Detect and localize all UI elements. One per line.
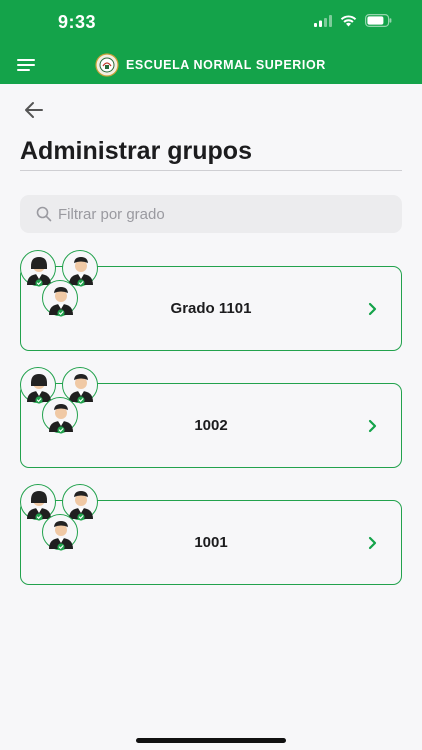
header-title: ESCUELA NORMAL SUPERIOR [126,58,326,72]
status-time: 9:33 [58,12,97,32]
chevron-right-icon [368,302,377,316]
header-brand: ESCUELA NORMAL SUPERIOR [95,53,326,77]
student-avatar-icon [42,514,78,551]
search-bar[interactable] [20,195,402,233]
search-icon [36,206,52,222]
home-indicator [136,738,286,743]
page-title: Administrar grupos [20,137,252,165]
student-avatar-icon [42,397,78,434]
chevron-right-icon [368,419,377,433]
hamburger-menu-icon[interactable] [17,59,35,71]
status-icons [314,14,392,27]
back-arrow-icon[interactable] [22,98,46,122]
school-crest-logo [95,53,119,77]
battery-icon [365,14,392,27]
chevron-right-icon [368,536,377,550]
student-avatar-icon [42,280,78,317]
signal-icon [314,14,332,27]
app-header: 9:33 ESCUELA NORMAL SUPERIOR [0,0,422,84]
wifi-icon [340,14,357,26]
search-input[interactable] [58,205,378,223]
title-divider [20,170,402,171]
